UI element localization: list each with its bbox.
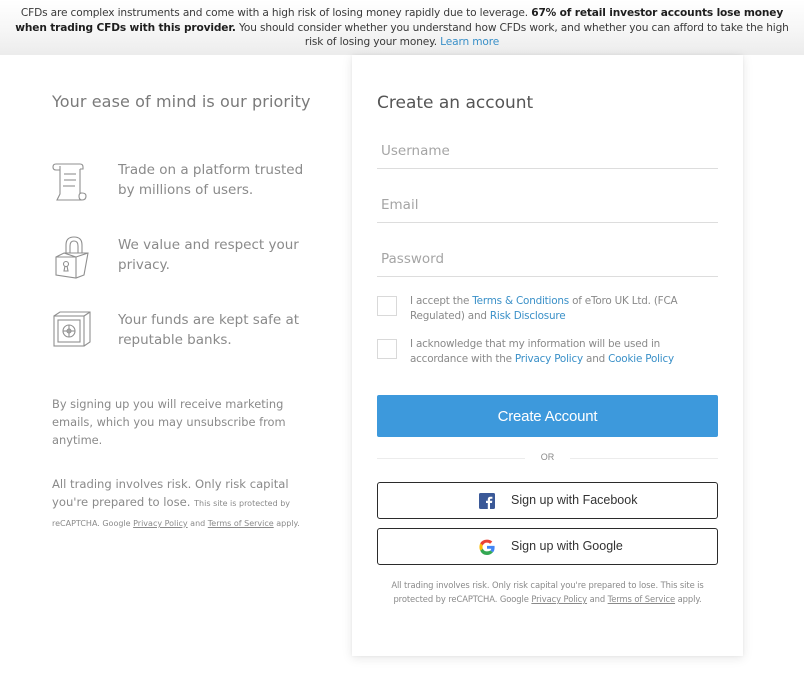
facebook-button-label: Sign up with Facebook: [511, 493, 638, 507]
create-account-button[interactable]: Create Account: [377, 395, 718, 437]
risk-notice: All trading involves risk. Only risk cap…: [52, 475, 327, 533]
padlock-icon: [55, 236, 89, 279]
or-label: OR: [540, 452, 555, 462]
signup-title: Create an account: [377, 93, 534, 113]
safe-icon: [53, 311, 91, 347]
cookie-policy-link[interactable]: Cookie Policy: [608, 353, 674, 365]
risk-text-2: You should consider whether you understa…: [235, 21, 789, 49]
terms-conditions-link[interactable]: Terms & Conditions: [472, 295, 569, 307]
google-signup-button[interactable]: Sign up with Google: [377, 528, 718, 565]
google-icon: [479, 539, 495, 555]
divider-line: [570, 458, 718, 459]
email-input[interactable]: [377, 191, 718, 223]
risk-warning-banner: CFDs are complex instruments and come wi…: [0, 0, 804, 55]
feature-item: Trade on a platform trusted by millions …: [52, 160, 332, 210]
password-input[interactable]: [377, 245, 718, 277]
terms-checkbox[interactable]: [377, 296, 397, 316]
privacy-policy-link[interactable]: Privacy Policy: [133, 519, 188, 528]
feature-text: Your funds are kept safe at reputable ba…: [118, 312, 300, 348]
username-input[interactable]: [377, 137, 718, 169]
and-text: and: [187, 519, 208, 528]
footer-privacy-policy-link[interactable]: Privacy Policy: [531, 594, 587, 604]
footer-terms-of-service-link[interactable]: Terms of Service: [608, 594, 676, 604]
signup-card: Create an account I accept the Terms & C…: [352, 55, 743, 656]
feature-item: Your funds are kept safe at reputable ba…: [52, 310, 332, 360]
risk-text-1: CFDs are complex instruments and come wi…: [20, 7, 532, 19]
facebook-signup-button[interactable]: Sign up with Facebook: [377, 482, 718, 519]
terms-of-service-link[interactable]: Terms of Service: [208, 519, 274, 528]
feature-item: We value and respect your privacy.: [52, 235, 332, 285]
privacy-policy-link[interactable]: Privacy Policy: [515, 353, 583, 365]
risk-disclosure-link[interactable]: Risk Disclosure: [490, 310, 566, 322]
scroll-icon: [52, 163, 87, 201]
card-risk-footer: All trading involves risk. Only risk cap…: [377, 578, 718, 606]
or-divider: OR: [377, 451, 718, 467]
feature-text: Trade on a platform trusted by millions …: [118, 162, 304, 198]
privacy-text-2: and: [582, 353, 609, 365]
benefits-title: Your ease of mind is our priority: [52, 92, 311, 111]
marketing-notice: By signing up you will receive marketing…: [52, 397, 286, 447]
terms-consent-text: I accept the Terms & Conditions of eToro…: [410, 294, 710, 324]
terms-text-1: I accept the: [410, 295, 473, 307]
learn-more-link[interactable]: Learn more: [440, 36, 499, 48]
google-button-label: Sign up with Google: [511, 539, 623, 553]
privacy-checkbox[interactable]: [377, 339, 397, 359]
footer-and-text: and: [587, 594, 608, 604]
privacy-consent-text: I acknowledge that my information will b…: [410, 337, 710, 367]
apply-text: apply.: [273, 519, 300, 528]
feature-text: We value and respect your privacy.: [118, 237, 299, 273]
facebook-icon: [479, 493, 495, 509]
footer-apply-text: apply.: [675, 594, 702, 604]
